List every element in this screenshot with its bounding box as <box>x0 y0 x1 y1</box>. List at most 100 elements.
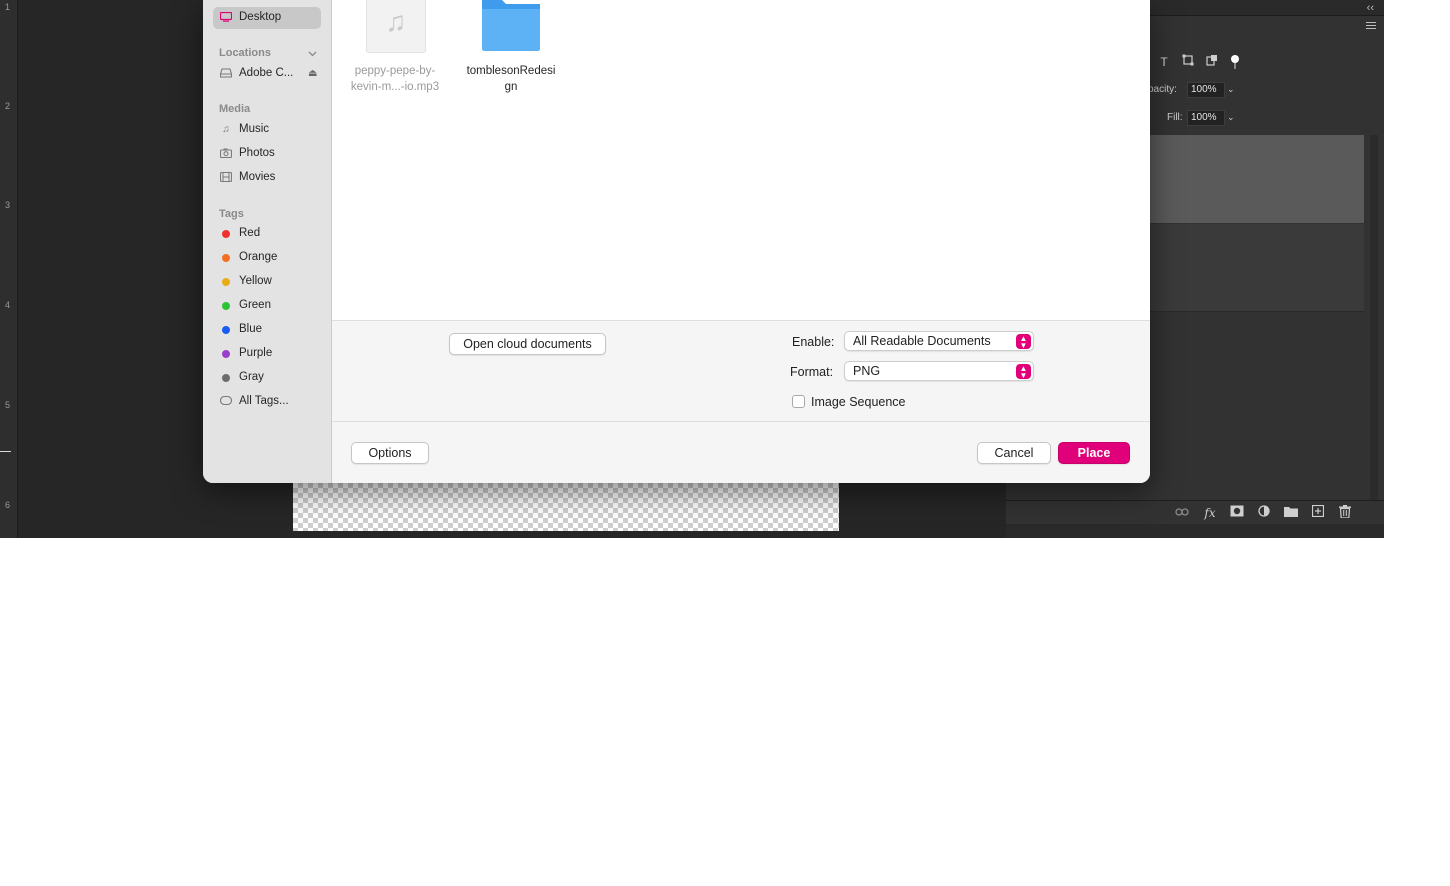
sidebar-item-movies[interactable]: Movies <box>213 167 321 189</box>
opacity-chevron-icon[interactable]: ⌄ <box>1227 84 1235 95</box>
image-sequence-checkbox[interactable] <box>792 395 805 408</box>
place-file-dialog: Desktop Locations Adobe C... ⏏ Media ♫ M… <box>203 0 1150 483</box>
opacity-field[interactable]: 100% <box>1187 82 1225 98</box>
sidebar-item-label: Red <box>239 227 261 239</box>
sidebar-item-label: Orange <box>239 251 278 263</box>
chevron-updown-icon: ▲ ▼ <box>1016 334 1031 350</box>
sidebar-tag-blue[interactable]: Blue <box>213 319 321 341</box>
format-select-value: PNG <box>853 364 881 378</box>
drive-icon <box>219 68 233 80</box>
sidebar-tag-green[interactable]: Green <box>213 295 321 317</box>
collapse-panel-icon[interactable]: ‹‹ <box>1367 2 1374 14</box>
ruler-number: 3 <box>5 200 11 210</box>
file-item-audio[interactable]: ♫ peppy-pepe-by- kevin-m...-io.mp3 <box>342 0 452 100</box>
audio-file-thumbnail: ♫ <box>366 0 426 53</box>
panel-footer <box>1006 524 1384 538</box>
sidebar-tag-red[interactable]: Red <box>213 223 321 245</box>
ruler-number: 1 <box>5 2 11 12</box>
filter-toggle-icon[interactable] <box>1227 54 1243 70</box>
layer-mask-icon[interactable] <box>1229 505 1245 521</box>
sidebar-item-label: Music <box>239 123 270 135</box>
file-browser: ♫ peppy-pepe-by- kevin-m...-io.mp3 tombl… <box>332 0 1150 320</box>
file-name-line: gn <box>504 81 518 93</box>
format-label: Format: <box>790 365 834 379</box>
sidebar-item-music[interactable]: ♫ Music <box>213 119 321 141</box>
music-note-icon: ♫ <box>385 6 407 37</box>
fill-label: Fill: <box>1167 112 1183 123</box>
layers-scrollbar[interactable] <box>1370 135 1378 500</box>
image-sequence-label: Image Sequence <box>811 395 906 409</box>
tag-color-dot <box>222 374 230 382</box>
fill-field[interactable]: 100% <box>1187 110 1225 126</box>
sidebar-item-label: Gray <box>239 371 264 383</box>
fill-chevron-icon[interactable]: ⌄ <box>1227 112 1235 123</box>
delete-layer-icon[interactable] <box>1337 505 1353 521</box>
sidebar-item-all-tags[interactable]: All Tags... <box>213 391 321 413</box>
transparent-canvas[interactable] <box>293 483 839 531</box>
tag-color-dot <box>222 302 230 310</box>
sidebar-item-label: Adobe C... <box>239 67 294 79</box>
finder-sidebar: Desktop Locations Adobe C... ⏏ Media ♫ M… <box>203 0 332 483</box>
file-name-line: kevin-m...-io.mp3 <box>350 81 440 93</box>
sidebar-tag-yellow[interactable]: Yellow <box>213 271 321 293</box>
ruler-position-marker <box>0 451 11 452</box>
tag-color-dot <box>222 230 230 238</box>
sidebar-item-photos[interactable]: Photos <box>213 143 321 165</box>
enable-label: Enable: <box>792 335 835 349</box>
file-item-folder[interactable]: tomblesonRedesi gn <box>456 0 566 100</box>
sidebar-tag-gray[interactable]: Gray <box>213 367 321 389</box>
sidebar-tag-purple[interactable]: Purple <box>213 343 321 365</box>
tag-color-dot <box>222 278 230 286</box>
layers-toolbar: fx <box>1006 500 1384 524</box>
tag-color-dot <box>222 326 230 334</box>
new-layer-icon[interactable] <box>1310 504 1326 521</box>
tag-color-dot <box>222 350 230 358</box>
locations-header: Locations <box>219 47 271 59</box>
cancel-button[interactable]: Cancel <box>977 442 1051 464</box>
adjustment-layer-icon[interactable] <box>1256 505 1272 521</box>
place-options: Open cloud documents Enable: All Readabl… <box>332 320 1150 422</box>
opacity-label: pacity: <box>1148 84 1177 95</box>
sidebar-tag-orange[interactable]: Orange <box>213 247 321 269</box>
tag-color-dot <box>222 254 230 262</box>
ruler-number: 6 <box>5 500 11 510</box>
sidebar-item-label: Purple <box>239 347 273 359</box>
sidebar-item-adobe-creative-cloud[interactable]: Adobe C... ⏏ <box>213 63 321 85</box>
film-icon <box>219 171 233 184</box>
desktop-icon <box>219 11 233 24</box>
sidebar-item-label: Movies <box>239 171 276 183</box>
music-note-icon: ♫ <box>222 124 230 135</box>
smart-object-filter-icon[interactable] <box>1204 54 1220 70</box>
media-header: Media <box>219 103 251 115</box>
sidebar-item-desktop[interactable]: Desktop <box>213 7 321 29</box>
panel-menu-icon[interactable] <box>1366 22 1376 31</box>
file-name-line: tomblesonRedesi <box>466 65 556 77</box>
chevron-down-icon[interactable] <box>308 49 317 58</box>
layer-effects-icon[interactable]: fx <box>1202 505 1218 521</box>
photoshop-workspace: 1 2 3 4 5 6 ‹‹ T pacity: 100% ⌄ Fill: 10… <box>0 0 1384 538</box>
folder-icon <box>482 0 540 51</box>
file-name-line: peppy-pepe-by- <box>354 65 436 77</box>
shape-layer-filter-icon[interactable] <box>1180 54 1196 70</box>
options-button[interactable]: Options <box>351 442 429 464</box>
type-layer-filter-icon[interactable]: T <box>1156 54 1172 70</box>
file-name: tomblesonRedesi gn <box>458 63 564 95</box>
tags-header: Tags <box>219 208 244 220</box>
place-button[interactable]: Place <box>1058 442 1130 464</box>
camera-icon <box>219 148 233 160</box>
ruler-number: 4 <box>5 300 11 310</box>
sidebar-item-label: Yellow <box>239 275 272 287</box>
sidebar-item-label: Photos <box>239 147 275 159</box>
new-group-folder-icon[interactable] <box>1283 505 1299 521</box>
file-name: peppy-pepe-by- kevin-m...-io.mp3 <box>342 63 448 95</box>
format-select[interactable]: PNG ▲ ▼ <box>844 361 1034 381</box>
link-layers-icon[interactable] <box>1174 505 1190 521</box>
vertical-ruler: 1 2 3 4 5 6 <box>0 0 18 538</box>
sidebar-item-label: Blue <box>239 323 263 335</box>
eject-icon[interactable]: ⏏ <box>308 68 317 79</box>
open-cloud-documents-button[interactable]: Open cloud documents <box>449 333 606 355</box>
dialog-footer: Options Cancel Place <box>332 422 1150 483</box>
sidebar-item-label: All Tags... <box>239 395 289 407</box>
chevron-updown-icon: ▲ ▼ <box>1016 364 1031 380</box>
enable-select[interactable]: All Readable Documents ▲ ▼ <box>844 331 1034 351</box>
